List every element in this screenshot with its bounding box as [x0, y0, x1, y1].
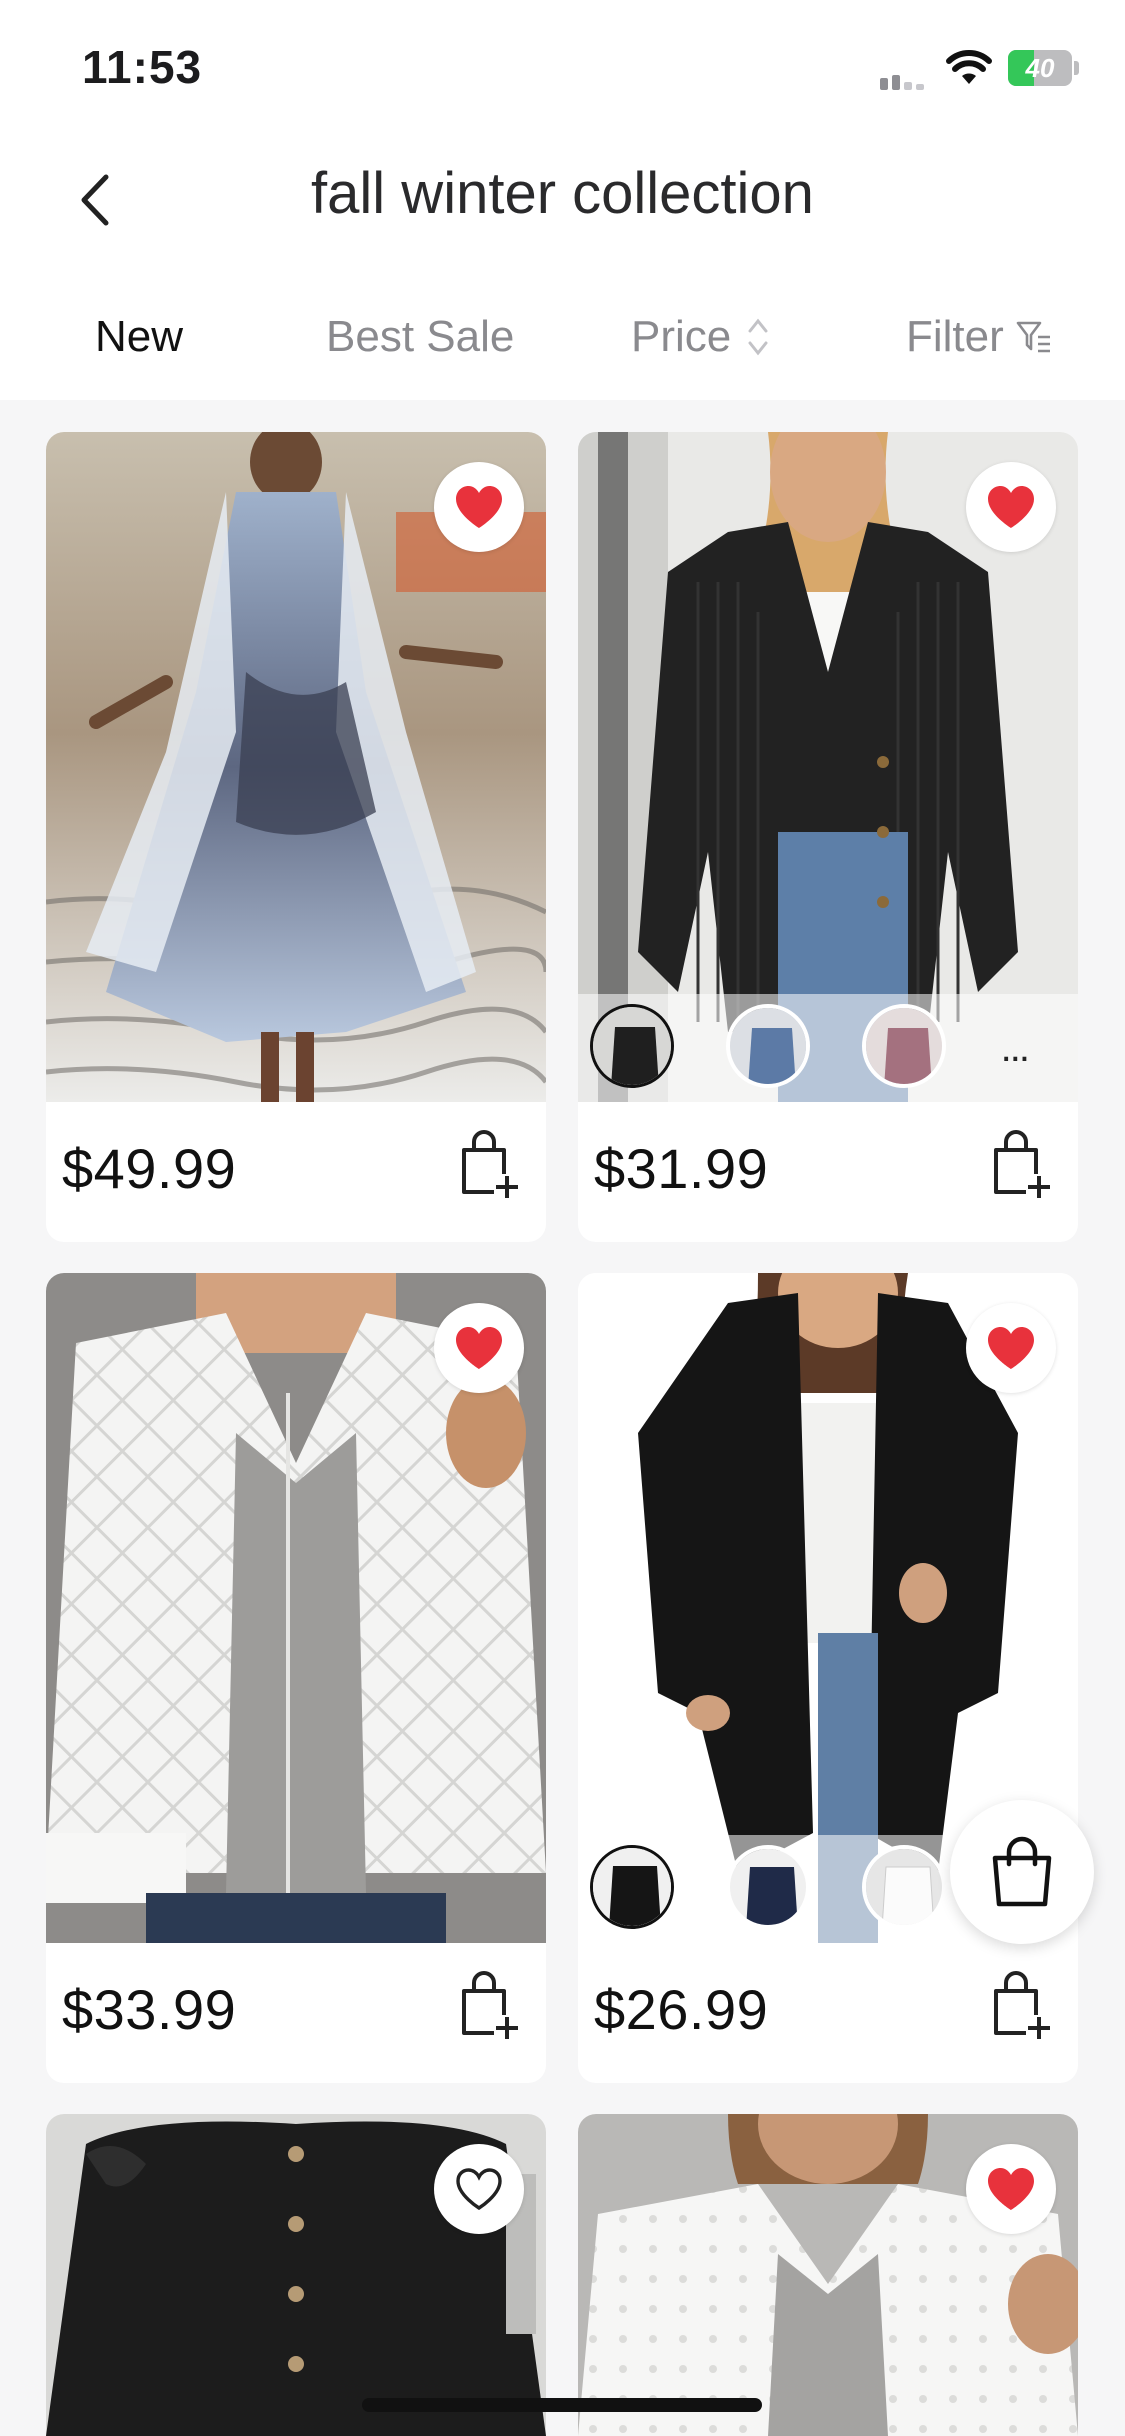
tab-filter-label: Filter	[906, 312, 1004, 361]
heart-outline-icon	[456, 2168, 502, 2210]
battery-level: 40	[1025, 53, 1055, 83]
tab-price-label: Price	[631, 312, 732, 361]
color-swatch-rose[interactable]	[862, 1004, 946, 1088]
color-swatch-blue[interactable]	[726, 1004, 810, 1088]
status-bar: 11:53 40	[0, 0, 1125, 130]
favorite-button[interactable]	[434, 462, 524, 552]
tab-filter[interactable]: Filter	[906, 312, 1054, 362]
tab-best-sale-label: Best Sale	[326, 312, 515, 361]
add-to-cart-icon[interactable]	[456, 1130, 520, 1200]
heart-filled-icon	[988, 1327, 1034, 1369]
add-to-cart-icon[interactable]	[988, 1971, 1052, 2041]
add-to-cart-icon[interactable]	[456, 1971, 520, 2041]
favorite-button[interactable]	[966, 1303, 1056, 1393]
tab-price[interactable]: Price	[631, 312, 771, 362]
cellular-signal-icon	[880, 75, 924, 90]
battery-icon: 40	[1008, 50, 1079, 86]
add-to-cart-icon[interactable]	[988, 1130, 1052, 1200]
page-title: fall winter collection	[311, 161, 814, 226]
product-card[interactable]	[46, 2114, 546, 2436]
favorite-button[interactable]	[966, 2144, 1056, 2234]
product-price: $49.99	[62, 1137, 237, 1200]
color-swatch-black[interactable]	[590, 1845, 674, 1929]
filter-icon	[1016, 321, 1050, 353]
favorite-button[interactable]	[966, 462, 1056, 552]
heart-filled-icon	[988, 2168, 1034, 2210]
color-swatches: ...	[578, 994, 1078, 1102]
shopping-bag-button[interactable]	[950, 1800, 1094, 1944]
heart-filled-icon	[456, 486, 502, 528]
color-swatch-navy[interactable]	[726, 1845, 810, 1929]
product-price: $26.99	[594, 1978, 769, 2041]
status-time: 11:53	[82, 41, 203, 93]
product-price: $31.99	[594, 1137, 769, 1200]
more-colors-button[interactable]: ...	[1001, 1026, 1030, 1071]
product-card[interactable]: $26.99	[578, 1273, 1078, 2083]
nav-header: fall winter collection	[0, 130, 1125, 270]
product-card[interactable]: ... $31.99	[578, 432, 1078, 1242]
product-card[interactable]	[578, 2114, 1078, 2436]
tab-new[interactable]: New	[95, 312, 183, 362]
color-swatch-black[interactable]	[590, 1004, 674, 1088]
favorite-button[interactable]	[434, 1303, 524, 1393]
sort-updown-icon	[748, 318, 768, 356]
product-price: $33.99	[62, 1978, 237, 2041]
heart-filled-icon	[456, 1327, 502, 1369]
sort-tabs: New Best Sale Price Filter	[0, 270, 1125, 400]
home-indicator[interactable]	[362, 2398, 762, 2412]
tab-best-sale[interactable]: Best Sale	[326, 312, 514, 362]
heart-filled-icon	[988, 486, 1034, 528]
favorite-button[interactable]	[434, 2144, 524, 2234]
wifi-icon	[946, 50, 992, 84]
color-swatch-white[interactable]	[862, 1845, 946, 1929]
tab-new-label: New	[95, 312, 184, 361]
shopping-bag-icon	[992, 1836, 1052, 1907]
product-card[interactable]: $33.99	[46, 1273, 546, 2083]
product-card[interactable]: $49.99	[46, 432, 546, 1242]
